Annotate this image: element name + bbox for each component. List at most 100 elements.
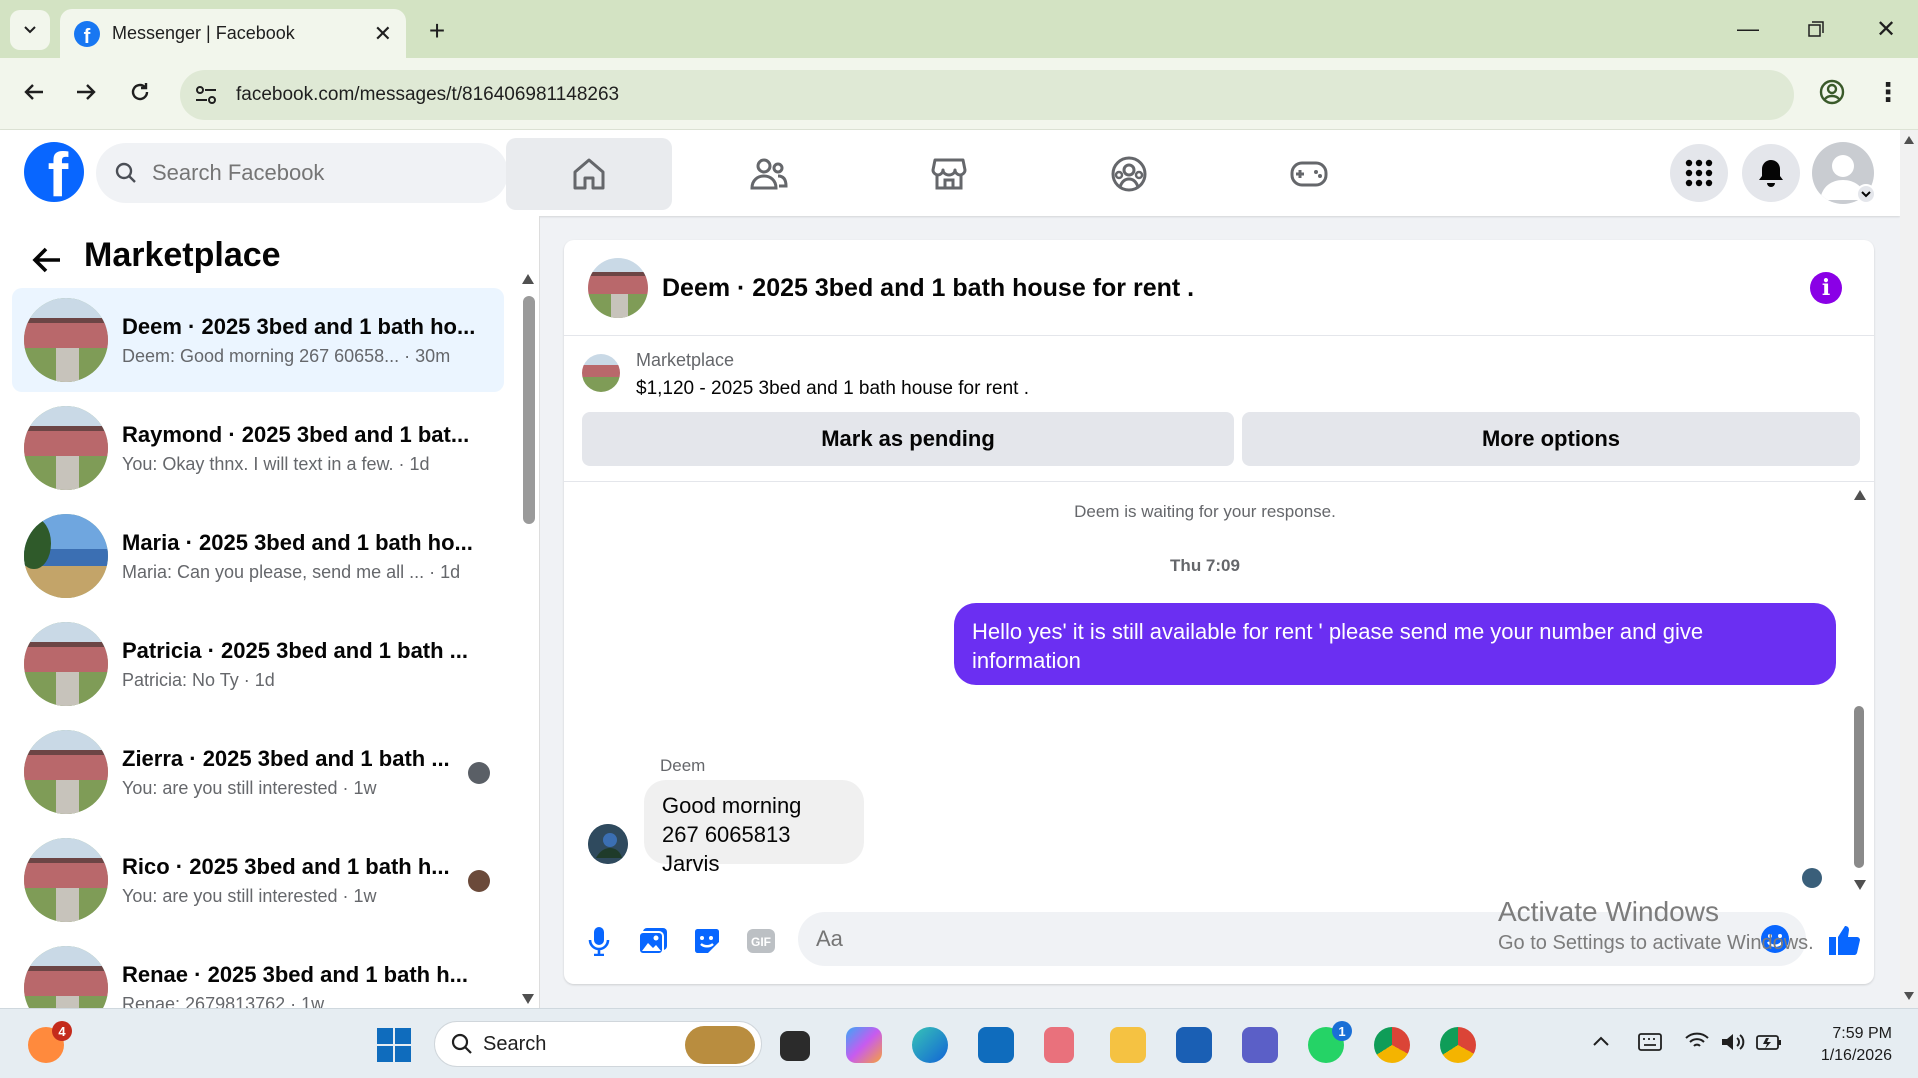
message-input[interactable] [816,926,1516,952]
outlook-icon[interactable] [978,1027,1014,1063]
nav-gaming[interactable] [1226,138,1392,210]
gif-button[interactable]: GIF [744,924,778,958]
profile-button[interactable] [1812,72,1852,112]
chat-title[interactable]: Deem · 2025 3bed and 1 bath house for re… [662,274,1194,303]
site-settings-icon[interactable] [194,84,218,106]
weather-widget-icon[interactable]: 4 [28,1021,72,1063]
notifications-button[interactable] [1742,144,1800,202]
chat-scroll-thumb[interactable] [1854,706,1864,868]
volume-icon[interactable] [1720,1031,1746,1053]
address-bar[interactable]: facebook.com/messages/t/816406981148263 [180,70,1794,120]
teams-icon[interactable] [1242,1027,1278,1063]
attach-photo-button[interactable] [636,924,670,958]
listing-avatar [24,838,108,922]
listing-description[interactable]: $1,120 - 2025 3bed and 1 bath house for … [636,378,1029,400]
url-text[interactable]: facebook.com/messages/t/816406981148263 [236,84,619,106]
whatsapp-icon[interactable]: 1 [1308,1021,1352,1063]
scroll-down-icon[interactable] [1904,992,1914,1000]
back-arrow-icon[interactable] [32,246,62,274]
scroll-down-icon[interactable] [1854,880,1866,890]
listing-avatar [24,298,108,382]
conversation-item[interactable]: Raymond · 2025 3bed and 1 bat... You: Oka… [12,396,504,500]
more-options-button[interactable]: More options [1242,412,1860,466]
minimize-button[interactable]: — [1728,12,1768,46]
listing-card: Marketplace $1,120 - 2025 3bed and 1 bat… [564,336,1874,482]
notification-badge: 4 [52,1021,72,1041]
microsoft-store-icon[interactable] [1176,1027,1212,1063]
conversation-item[interactable]: Renae · 2025 3bed and 1 bath h... Renae: … [12,936,504,1008]
facebook-logo-icon[interactable]: f [24,142,84,202]
page-scrollbar[interactable] [1900,130,1918,1008]
scroll-up-icon[interactable] [522,274,534,284]
browser-menu-button[interactable]: ⋮ [1868,72,1908,112]
incoming-line: Good morning [662,793,802,818]
incoming-message[interactable]: Good morning 267 6065813 Jarvis [644,780,864,876]
like-button[interactable] [1824,920,1864,960]
menu-button[interactable] [1670,144,1728,202]
listing-avatar [24,946,108,1008]
reload-icon [131,83,149,101]
chat-panel: Deem · 2025 3bed and 1 bath house for re… [564,240,1874,984]
incoming-line: 267 6065813 Jarvis [662,822,791,876]
tab-close-icon[interactable]: ✕ [374,21,392,47]
account-chevron-icon[interactable] [1856,184,1876,204]
scroll-down-icon[interactable] [522,994,534,1004]
wifi-icon[interactable] [1684,1031,1710,1051]
window-close-button[interactable]: ✕ [1866,12,1906,46]
conversation-list-scroll-thumb[interactable] [523,296,535,524]
outgoing-message[interactable]: Hello yes' it is still available for ren… [954,603,1836,685]
facebook-top-nav: f [0,130,1900,216]
restore-button[interactable] [1796,12,1836,46]
file-explorer-icon[interactable] [1110,1027,1146,1063]
keyboard-icon[interactable] [1638,1033,1662,1051]
chevron-up-icon[interactable] [1592,1035,1610,1047]
mark-as-pending-button[interactable]: Mark as pending [582,412,1234,466]
task-view-icon[interactable] [780,1031,810,1061]
sticker-icon [695,929,719,953]
system-clock[interactable]: 7:59 PM 1/16/2026 [1800,1023,1892,1067]
sticker-button[interactable] [690,924,724,958]
nav-marketplace[interactable] [866,138,1032,210]
voice-clip-button[interactable] [582,924,616,958]
nav-home[interactable] [506,138,672,210]
snipping-tool-icon[interactable] [1044,1027,1074,1063]
edge-icon[interactable] [912,1027,948,1063]
reload-button[interactable] [120,72,160,112]
back-button[interactable] [14,72,54,112]
conversation-preview: You: Okay thnx. I will text in a few. · … [122,453,430,474]
activate-windows-watermark: Activate Windows Go to Settings to activ… [1498,896,1814,955]
conversation-item[interactable]: Deem · 2025 3bed and 1 bath ho... Deem: G… [12,288,504,392]
conversation-item[interactable]: Patricia · 2025 3bed and 1 bath ... Patri… [12,612,504,716]
copilot-icon[interactable] [846,1027,882,1063]
browser-tab-messenger[interactable]: f Messenger | Facebook ✕ [60,9,406,58]
facebook-search[interactable] [96,143,508,203]
tab-search-button[interactable] [10,10,50,50]
conversation-name: Renae · 2025 3bed and 1 bath h... [122,961,468,987]
conversation-name: Raymond · 2025 3bed and 1 bat... [122,421,470,447]
conversation-item[interactable]: Zierra · 2025 3bed and 1 bath ... You: ar… [12,720,504,824]
sender-avatar[interactable] [588,824,628,864]
arrow-left-icon [24,84,43,100]
forward-button[interactable] [66,72,106,112]
info-icon[interactable]: i [1810,272,1842,304]
facebook-search-input[interactable] [152,160,452,186]
nav-groups[interactable] [1046,138,1212,210]
restore-icon [1808,21,1824,37]
taskbar-search[interactable]: Search [434,1021,762,1067]
chrome-icon[interactable] [1374,1027,1410,1063]
nav-friends[interactable] [686,138,852,210]
gif-icon: GIF [747,929,775,953]
new-tab-button[interactable]: + [420,14,454,48]
listing-thumb[interactable] [582,354,620,392]
scroll-up-icon[interactable] [1904,136,1914,144]
browser-tabstrip: f Messenger | Facebook ✕ + — ✕ [0,0,1918,58]
conversation-item[interactable]: Rico · 2025 3bed and 1 bath h... You: are… [12,828,504,932]
chat-avatar[interactable] [588,258,648,318]
scroll-up-icon[interactable] [1854,490,1866,500]
chrome-profile-icon[interactable] [1440,1027,1476,1063]
conversation-item[interactable]: Maria · 2025 3bed and 1 bath ho... Maria:… [12,504,504,608]
start-button[interactable] [376,1027,412,1063]
seen-avatar [468,870,490,892]
battery-icon[interactable] [1756,1033,1782,1051]
chat-header: Deem · 2025 3bed and 1 bath house for re… [564,240,1874,336]
